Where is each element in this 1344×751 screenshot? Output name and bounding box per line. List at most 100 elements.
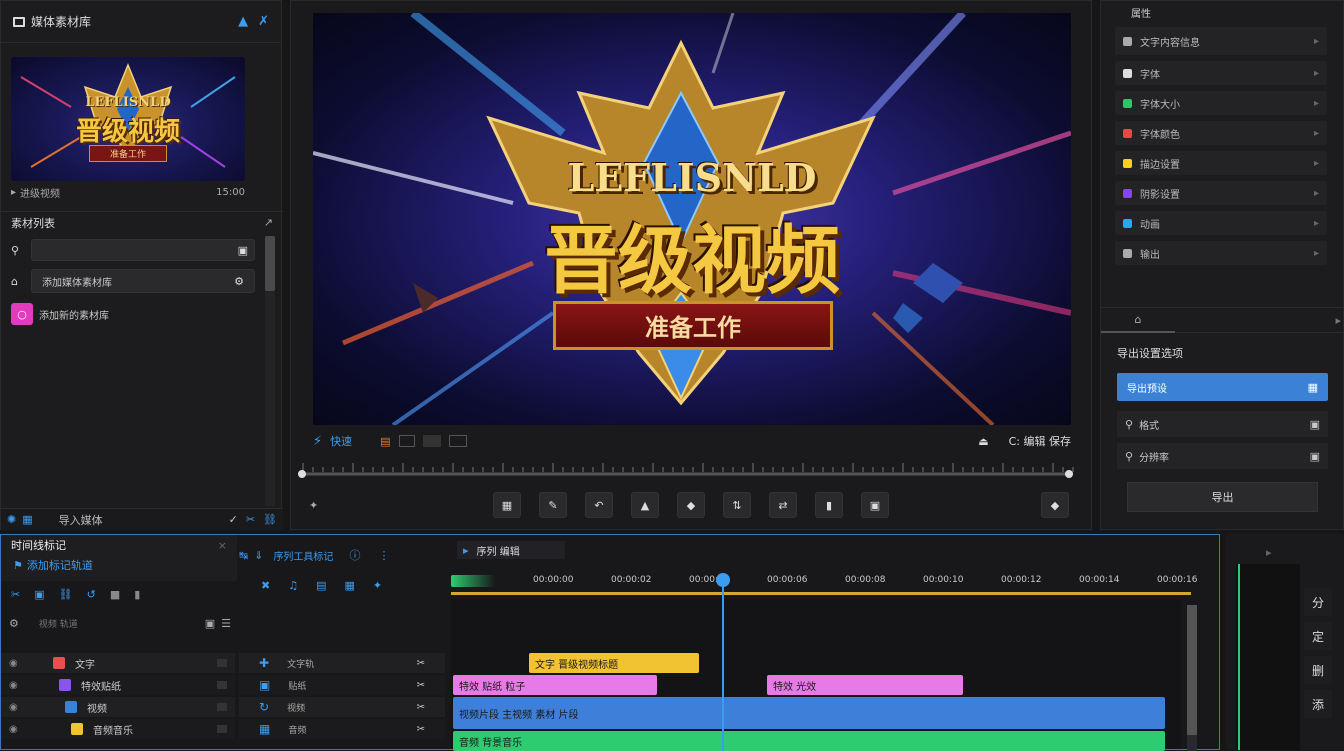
home-tab-icon[interactable]: ⌂ xyxy=(1101,307,1175,333)
import-media-icon[interactable]: ✺ xyxy=(7,513,16,526)
search-input[interactable]: ▣ xyxy=(31,239,255,261)
track-control[interactable]: ▦ 音频 ✂ xyxy=(239,719,445,739)
playhead-handle[interactable] xyxy=(716,573,730,587)
time-ruler[interactable]: 00:00:00 00:00:02 00:00:04 00:00:06 00:00:08… xyxy=(451,571,1200,595)
crop-button[interactable]: ▦ xyxy=(493,492,521,518)
collapse-icon[interactable]: ▸ xyxy=(1335,314,1341,327)
track-mute-icon[interactable]: ✂ xyxy=(417,658,425,669)
track-control[interactable]: ✚ 文字轨 ✂ xyxy=(239,653,445,673)
close-panel-icon[interactable]: ✗ xyxy=(258,14,269,29)
track-add-icon[interactable]: ↻ xyxy=(259,700,269,714)
chevron-right-icon[interactable]: ▸ xyxy=(1314,68,1319,79)
fullscreen-icon[interactable]: ✦ xyxy=(309,499,318,512)
chevron-right-icon[interactable]: ▸ xyxy=(1314,248,1319,259)
select-button[interactable]: ▲ xyxy=(631,492,659,518)
cut-tool-icon[interactable]: ✂ xyxy=(11,588,20,601)
effect-icon[interactable]: ✦ xyxy=(373,579,382,592)
trim-icon[interactable]: ✓ xyxy=(229,513,238,526)
track-add-icon[interactable]: ▦ xyxy=(259,722,270,736)
chevron-right-icon[interactable]: ▸ xyxy=(1314,36,1319,47)
side-tool-button[interactable]: 添 xyxy=(1304,690,1332,718)
visibility-icon[interactable]: ◉ xyxy=(9,702,23,713)
preview-canvas[interactable]: LEFLISNLD 晋级视频 准备工作 xyxy=(313,13,1071,425)
track-header[interactable]: ◉ 文字 xyxy=(1,653,235,673)
clip-text-title[interactable]: 文字 晋级视频标题 xyxy=(529,653,699,673)
text-tool-icon[interactable]: ▤ xyxy=(316,579,326,592)
chevron-right-icon[interactable]: ▸ xyxy=(1314,128,1319,139)
track-menu-icon[interactable]: ☰ xyxy=(221,617,231,630)
lock-tool-icon[interactable]: ■ xyxy=(110,588,120,601)
timeline-tab[interactable]: ▸ 序列 编辑 xyxy=(457,541,565,559)
left-scrollbar[interactable] xyxy=(265,236,275,506)
undo-button[interactable]: ↶ xyxy=(585,492,613,518)
media-thumbnail[interactable]: LEFLISNLD 晋级视频 准备工作 xyxy=(11,57,245,181)
audio-icon[interactable]: ♫ xyxy=(288,579,298,592)
grid-icon[interactable] xyxy=(398,435,415,447)
ratio-icon[interactable] xyxy=(422,435,441,447)
more-icon[interactable]: ⋮ xyxy=(378,549,389,562)
pen-button[interactable]: ✎ xyxy=(539,492,567,518)
chevron-right-icon[interactable]: ▸ xyxy=(1314,158,1319,169)
track-lock-icon[interactable] xyxy=(217,725,227,733)
export-format-item[interactable]: ⚲ 格式 ▣ xyxy=(1117,411,1328,437)
diamond-button[interactable]: ◆ xyxy=(677,492,705,518)
link-icon[interactable]: ⛓ xyxy=(263,513,277,526)
side-tool-button[interactable]: 定 xyxy=(1304,622,1332,650)
property-item[interactable]: 字体颜色 ▸ xyxy=(1115,121,1327,145)
format-toggle-icon[interactable]: ▣ xyxy=(1310,418,1320,431)
cut-icon[interactable]: ✂ xyxy=(246,513,255,526)
track-control[interactable]: ▣ 贴纸 ✂ xyxy=(239,675,445,695)
chevron-right-icon[interactable]: ▸ xyxy=(1314,98,1319,109)
ripple-icon[interactable]: ↹ xyxy=(239,549,248,562)
clip-sticker-1[interactable]: 特效 贴纸 粒子 xyxy=(453,675,657,695)
track-lock-icon[interactable] xyxy=(217,659,227,667)
settings-button[interactable]: ◆ xyxy=(1041,492,1069,518)
export-preset-item[interactable]: 导出预设 ▦ xyxy=(1117,373,1328,401)
track-lock-icon[interactable] xyxy=(217,681,227,689)
quick-label[interactable]: 快速 xyxy=(330,433,352,449)
side-tool-button[interactable]: 分 xyxy=(1304,588,1332,616)
property-item[interactable]: 阴影设置 ▸ xyxy=(1115,181,1327,205)
track-header[interactable]: ◉ 特效贴纸 xyxy=(1,675,235,695)
filter-icon[interactable]: ▣ xyxy=(238,244,248,257)
export-button[interactable]: 导出 xyxy=(1127,482,1318,512)
property-item[interactable]: 动画 ▸ xyxy=(1115,211,1327,235)
settings-icon[interactable]: ⚙ xyxy=(234,275,244,288)
folder-icon[interactable]: ▦ xyxy=(22,513,32,526)
aspect-icon[interactable] xyxy=(448,435,467,447)
visibility-icon[interactable]: ◉ xyxy=(9,724,23,735)
pin-icon[interactable]: ↗ xyxy=(264,216,273,229)
timeline-vscroll[interactable] xyxy=(1187,605,1197,751)
library-item-add[interactable]: ⌂ 添加媒体素材库 ⚙ xyxy=(11,268,255,294)
track-header[interactable]: ◉ 音频音乐 xyxy=(1,719,235,739)
clip-sticker-2[interactable]: 特效 光效 xyxy=(767,675,963,695)
close-icon[interactable]: × xyxy=(218,539,227,552)
side-tool-button[interactable]: 删 xyxy=(1304,656,1332,684)
magnet-icon[interactable]: ⇓ xyxy=(254,549,263,562)
transition-button[interactable]: ⇄ xyxy=(769,492,797,518)
property-item[interactable]: 输出 ▸ xyxy=(1115,241,1327,265)
work-area-bar[interactable] xyxy=(451,592,1191,595)
track-mute-icon[interactable]: ✂ xyxy=(417,724,425,735)
marker-button[interactable]: ▮ xyxy=(815,492,843,518)
marker-tool-icon[interactable]: ▮ xyxy=(134,588,140,601)
info-icon[interactable]: ⓘ xyxy=(349,547,360,563)
chevron-right-icon[interactable]: ▸ xyxy=(1314,218,1319,229)
quick-icon[interactable]: ⚡ xyxy=(313,434,322,449)
chevron-right-icon[interactable]: ▸ xyxy=(1314,188,1319,199)
track-settings-icon[interactable]: ⚙ xyxy=(9,617,19,630)
track-lock-icon[interactable]: ▣ xyxy=(205,617,215,630)
track-lock-icon[interactable] xyxy=(217,703,227,711)
property-item[interactable]: 描边设置 ▸ xyxy=(1115,151,1327,175)
preview-scrubber[interactable] xyxy=(297,459,1088,481)
track-add-icon[interactable]: ✚ xyxy=(259,656,269,670)
eject-icon[interactable]: ⏏ xyxy=(978,435,988,448)
visibility-icon[interactable]: ◉ xyxy=(9,658,23,669)
track-mute-icon[interactable]: ✂ xyxy=(417,680,425,691)
snap-tool-icon[interactable]: ▣ xyxy=(34,588,44,601)
import-icon[interactable]: ▲ xyxy=(238,14,248,29)
property-item[interactable]: 字体大小 ▸ xyxy=(1115,91,1327,115)
resolution-toggle-icon[interactable]: ▣ xyxy=(1310,450,1320,463)
safe-area-icon[interactable]: ▤ xyxy=(380,435,390,448)
property-item[interactable]: 文字内容信息 ▸ xyxy=(1115,27,1327,55)
